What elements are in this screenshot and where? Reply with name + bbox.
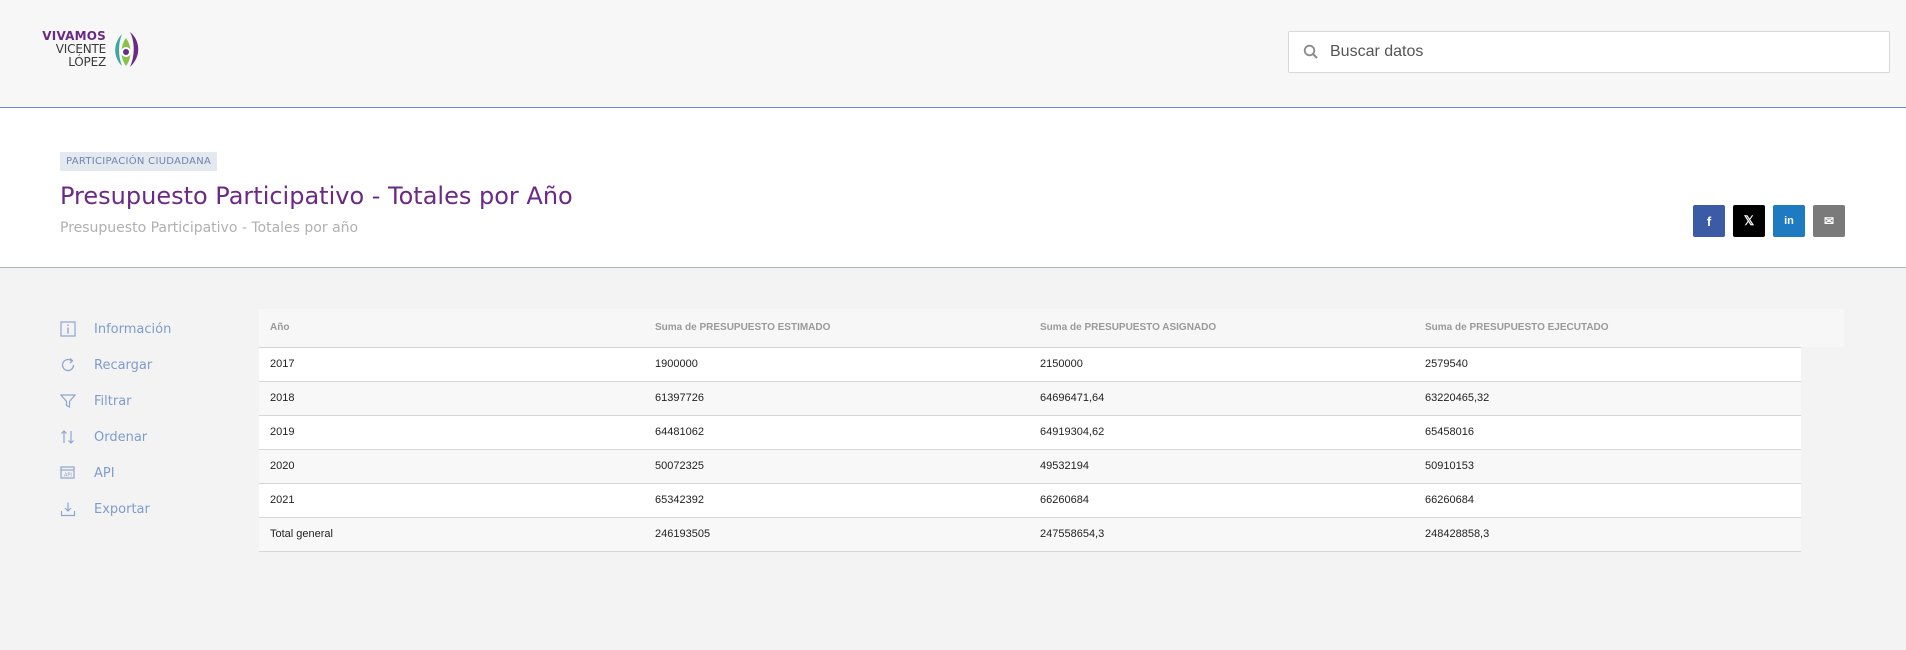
x-share-button[interactable]: 𝕏 bbox=[1733, 205, 1765, 237]
search-input[interactable] bbox=[1330, 32, 1880, 72]
facebook-share-button[interactable]: f bbox=[1693, 205, 1725, 237]
table-cell: 248428858,3 bbox=[1414, 517, 1801, 552]
column-header-ejecutado[interactable]: Suma de PRESUPUESTO EJECUTADO bbox=[1414, 309, 1801, 348]
table-cell: 50072325 bbox=[644, 449, 1029, 484]
table-row: 2021 65342392 66260684 66260684 bbox=[259, 483, 1801, 518]
logo-line2: VICENTE LÓPEZ bbox=[55, 42, 106, 69]
table-row: 2019 64481062 64919304,62 65458016 bbox=[259, 415, 1801, 450]
dataset-header: PARTICIPACIÓN CIUDADANA Presupuesto Part… bbox=[0, 108, 1906, 268]
download-icon bbox=[58, 499, 78, 519]
table-row: 2018 61397726 64696471,64 63220465,32 bbox=[259, 381, 1801, 416]
table-cell: 61397726 bbox=[644, 381, 1029, 416]
site-header: VIVAMOS VICENTE LÓPEZ bbox=[0, 0, 1906, 108]
linkedin-share-button[interactable]: in bbox=[1773, 205, 1805, 237]
table-cell: 247558654,3 bbox=[1029, 517, 1414, 552]
table-total-row: Total general 246193505 247558654,3 2484… bbox=[259, 517, 1801, 552]
table-cell: 64696471,64 bbox=[1029, 381, 1414, 416]
sidebar-item-filtrar[interactable]: Filtrar bbox=[58, 383, 248, 419]
table-cell: 50910153 bbox=[1414, 449, 1801, 484]
category-tag[interactable]: PARTICIPACIÓN CIUDADANA bbox=[60, 152, 218, 171]
sidebar-item-label: Filtrar bbox=[94, 393, 132, 409]
table-cell: 64919304,62 bbox=[1029, 415, 1414, 450]
table-cell: 2020 bbox=[259, 449, 644, 484]
column-header-asignado[interactable]: Suma de PRESUPUESTO ASIGNADO bbox=[1029, 309, 1414, 348]
table-cell: 1900000 bbox=[644, 347, 1029, 382]
logo-text: VIVAMOS VICENTE LÓPEZ bbox=[16, 30, 106, 69]
dataset-actions-sidebar: Información Recargar Filtrar Ordenar API… bbox=[58, 311, 248, 527]
api-icon: API bbox=[58, 463, 78, 483]
facebook-icon: f bbox=[1706, 213, 1712, 229]
email-share-button[interactable]: ✉ bbox=[1813, 205, 1845, 237]
sidebar-item-recargar[interactable]: Recargar bbox=[58, 347, 248, 383]
table-cell: 2019 bbox=[259, 415, 644, 450]
svg-text:API: API bbox=[64, 473, 72, 479]
search-icon bbox=[1303, 44, 1318, 59]
table-cell: 65458016 bbox=[1414, 415, 1801, 450]
table-cell: 2018 bbox=[259, 381, 644, 416]
sidebar-item-label: Ordenar bbox=[94, 429, 148, 445]
search-box[interactable] bbox=[1288, 31, 1890, 73]
sidebar-item-label: Información bbox=[94, 321, 172, 337]
table-cell: 64481062 bbox=[644, 415, 1029, 450]
site-logo[interactable]: VIVAMOS VICENTE LÓPEZ bbox=[16, 30, 144, 72]
table-cell: 2021 bbox=[259, 483, 644, 518]
logo-mark-icon bbox=[115, 32, 139, 67]
table-cell: 65342392 bbox=[644, 483, 1029, 518]
share-buttons: f 𝕏 in ✉ bbox=[1693, 205, 1845, 237]
email-icon: ✉ bbox=[1823, 214, 1835, 228]
x-icon: 𝕏 bbox=[1743, 213, 1755, 228]
table-cell: 2017 bbox=[259, 347, 644, 382]
sidebar-item-informacion[interactable]: Información bbox=[58, 311, 248, 347]
table-cell: 2579540 bbox=[1414, 347, 1801, 382]
table-cell: 2150000 bbox=[1029, 347, 1414, 382]
column-header-ano[interactable]: Año bbox=[259, 309, 644, 348]
table-header-row: Año Suma de PRESUPUESTO ESTIMADO Suma de… bbox=[259, 309, 1801, 348]
table-cell: 66260684 bbox=[1029, 483, 1414, 518]
sidebar-item-api[interactable]: API API bbox=[58, 455, 248, 491]
table-cell: Total general bbox=[259, 517, 644, 552]
data-table: Año Suma de PRESUPUESTO ESTIMADO Suma de… bbox=[259, 309, 1801, 552]
info-icon bbox=[58, 319, 78, 339]
linkedin-icon: in bbox=[1784, 215, 1794, 227]
table-cell: 63220465,32 bbox=[1414, 381, 1801, 416]
sidebar-item-ordenar[interactable]: Ordenar bbox=[58, 419, 248, 455]
filter-icon bbox=[58, 391, 78, 411]
table-cell: 66260684 bbox=[1414, 483, 1801, 518]
page-title: Presupuesto Participativo - Totales por … bbox=[60, 182, 573, 210]
reload-icon bbox=[58, 355, 78, 375]
table-cell: 49532194 bbox=[1029, 449, 1414, 484]
sort-icon bbox=[58, 427, 78, 447]
sidebar-item-label: API bbox=[94, 465, 115, 481]
sidebar-item-label: Recargar bbox=[94, 357, 153, 373]
table-cell: 246193505 bbox=[644, 517, 1029, 552]
table-row: 2020 50072325 49532194 50910153 bbox=[259, 449, 1801, 484]
column-header-estimado[interactable]: Suma de PRESUPUESTO ESTIMADO bbox=[644, 309, 1029, 348]
sidebar-item-label: Exportar bbox=[94, 501, 150, 517]
sidebar-item-exportar[interactable]: Exportar bbox=[58, 491, 248, 527]
page-subtitle: Presupuesto Participativo - Totales por … bbox=[60, 220, 359, 236]
table-row: 2017 1900000 2150000 2579540 bbox=[259, 347, 1801, 382]
